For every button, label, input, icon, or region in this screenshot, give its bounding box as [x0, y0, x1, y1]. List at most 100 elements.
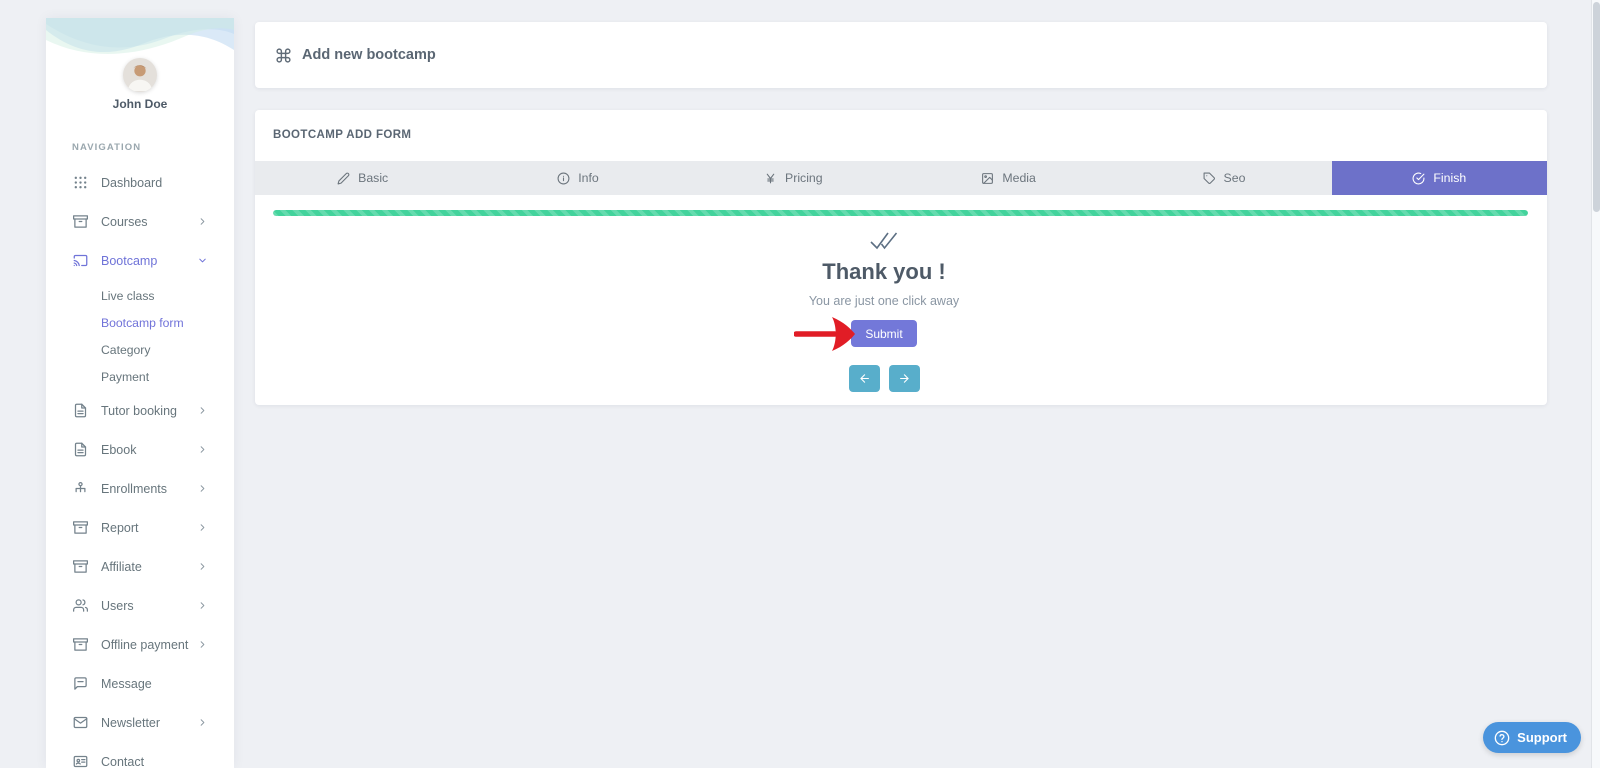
sidebar-item-tutor-booking[interactable]: Tutor booking	[46, 391, 234, 430]
command-icon	[275, 47, 292, 64]
sidebar-item-label: Bootcamp	[101, 254, 197, 268]
file-text-icon	[72, 442, 88, 458]
page-header-card: Add new bootcamp	[255, 22, 1547, 88]
tab-label: Seo	[1224, 171, 1246, 185]
tab-seo[interactable]: Seo	[1116, 161, 1331, 195]
image-icon	[981, 172, 994, 185]
sidebar-item-users[interactable]: Users	[46, 586, 234, 625]
avatar[interactable]	[123, 58, 157, 92]
users-icon	[72, 598, 88, 614]
info-icon	[557, 172, 570, 185]
archive-icon	[72, 214, 88, 230]
sidebar-item-label: Dashboard	[101, 176, 208, 190]
sidebar-subitem-payment[interactable]: Payment	[46, 364, 234, 391]
check-circle-icon	[1412, 172, 1425, 185]
sidebar-item-offline-payment[interactable]: Offline payment	[46, 625, 234, 664]
contact-card-icon	[72, 754, 88, 768]
question-circle-icon	[1494, 730, 1510, 746]
grid-dots-icon	[72, 175, 88, 191]
sidebar-item-bootcamp[interactable]: Bootcamp	[46, 241, 234, 280]
sidebar-item-report[interactable]: Report	[46, 508, 234, 547]
chevron-right-icon	[197, 405, 208, 416]
sidebar-item-label: Contact	[101, 755, 208, 768]
wizard-nav-buttons	[849, 365, 920, 392]
tab-finish[interactable]: Finish	[1332, 161, 1547, 195]
pen-icon	[337, 172, 350, 185]
prev-step-button[interactable]	[849, 365, 880, 392]
submit-button[interactable]: Submit	[851, 320, 916, 347]
sidebar-item-label: Users	[101, 599, 197, 613]
chevron-right-icon	[197, 639, 208, 650]
support-button[interactable]: Support	[1483, 722, 1581, 753]
finish-pane: Thank you ! You are just one click away …	[255, 228, 1547, 392]
cast-icon	[72, 253, 88, 269]
sidebar-subitem-live-class[interactable]: Live class	[46, 283, 234, 310]
sidebar-item-ebook[interactable]: Ebook	[46, 430, 234, 469]
next-step-button[interactable]	[889, 365, 920, 392]
user-name: John Doe	[46, 97, 234, 111]
sidebar-item-contact[interactable]: Contact	[46, 742, 234, 768]
arrow-left-icon	[858, 372, 871, 385]
page-scrollbar[interactable]	[1591, 0, 1600, 768]
nav-section-label: NAVIGATION	[72, 142, 141, 153]
sidebar: John Doe NAVIGATION Dashboard Courses Boot…	[46, 18, 234, 768]
archive-icon	[72, 559, 88, 575]
sidebar-nav: Dashboard Courses Bootcamp Live classBootca…	[46, 163, 234, 768]
tab-label: Media	[1002, 171, 1036, 185]
support-label: Support	[1517, 730, 1567, 745]
red-arrow-icon	[794, 315, 856, 353]
submit-row: Submit	[851, 320, 916, 347]
tab-basic[interactable]: Basic	[255, 161, 470, 195]
sidebar-item-label: Ebook	[101, 443, 197, 457]
form-wizard-tabs: Basic Info Pricing Media Seo Finish	[255, 161, 1547, 195]
sidebar-item-courses[interactable]: Courses	[46, 202, 234, 241]
mail-icon	[72, 715, 88, 731]
archive-icon	[72, 520, 88, 536]
sidebar-item-label: Report	[101, 521, 197, 535]
progress-fill	[273, 210, 1528, 216]
sidebar-item-label: Tutor booking	[101, 404, 197, 418]
chevron-down-icon	[197, 255, 208, 266]
arrow-right-icon	[898, 372, 911, 385]
sidebar-item-label: Courses	[101, 215, 197, 229]
chevron-right-icon	[197, 216, 208, 227]
form-title: BOOTCAMP ADD FORM	[273, 129, 411, 141]
sidebar-item-label: Newsletter	[101, 716, 197, 730]
sidebar-item-affiliate[interactable]: Affiliate	[46, 547, 234, 586]
thankyou-subheading: You are just one click away	[809, 294, 959, 308]
tab-pricing[interactable]: Pricing	[686, 161, 901, 195]
bootcamp-form-card: BOOTCAMP ADD FORM Basic Info Pricing Media S…	[255, 110, 1547, 405]
sidebar-item-label: Affiliate	[101, 560, 197, 574]
chevron-right-icon	[197, 600, 208, 611]
tab-info[interactable]: Info	[470, 161, 685, 195]
tab-label: Pricing	[785, 171, 823, 185]
chevron-right-icon	[197, 522, 208, 533]
sidebar-item-label: Offline payment	[101, 638, 197, 652]
progress-bar	[273, 210, 1528, 216]
file-text-icon	[72, 403, 88, 419]
tag-icon	[1203, 172, 1216, 185]
scrollbar-thumb[interactable]	[1593, 2, 1600, 212]
sidebar-item-message[interactable]: Message	[46, 664, 234, 703]
sidebar-item-dashboard[interactable]: Dashboard	[46, 163, 234, 202]
sidebar-item-label: Message	[101, 677, 208, 691]
double-check-icon	[869, 228, 899, 252]
thankyou-heading: Thank you !	[822, 259, 945, 285]
sidebar-item-label: Enrollments	[101, 482, 197, 496]
chevron-right-icon	[197, 444, 208, 455]
chevron-right-icon	[197, 717, 208, 728]
message-icon	[72, 676, 88, 692]
sidebar-subitem-category[interactable]: Category	[46, 337, 234, 364]
sidebar-item-enrollments[interactable]: Enrollments	[46, 469, 234, 508]
yen-icon	[764, 172, 777, 185]
archive-icon	[72, 637, 88, 653]
sidebar-item-newsletter[interactable]: Newsletter	[46, 703, 234, 742]
sidebar-submenu-bootcamp: Live classBootcamp formCategoryPayment	[46, 280, 234, 391]
page-title: Add new bootcamp	[302, 47, 436, 63]
chevron-right-icon	[197, 483, 208, 494]
tab-media[interactable]: Media	[901, 161, 1116, 195]
tab-label: Finish	[1433, 171, 1466, 185]
sitemap-icon	[72, 481, 88, 497]
sidebar-subitem-bootcamp-form[interactable]: Bootcamp form	[46, 310, 234, 337]
tab-label: Info	[578, 171, 599, 185]
